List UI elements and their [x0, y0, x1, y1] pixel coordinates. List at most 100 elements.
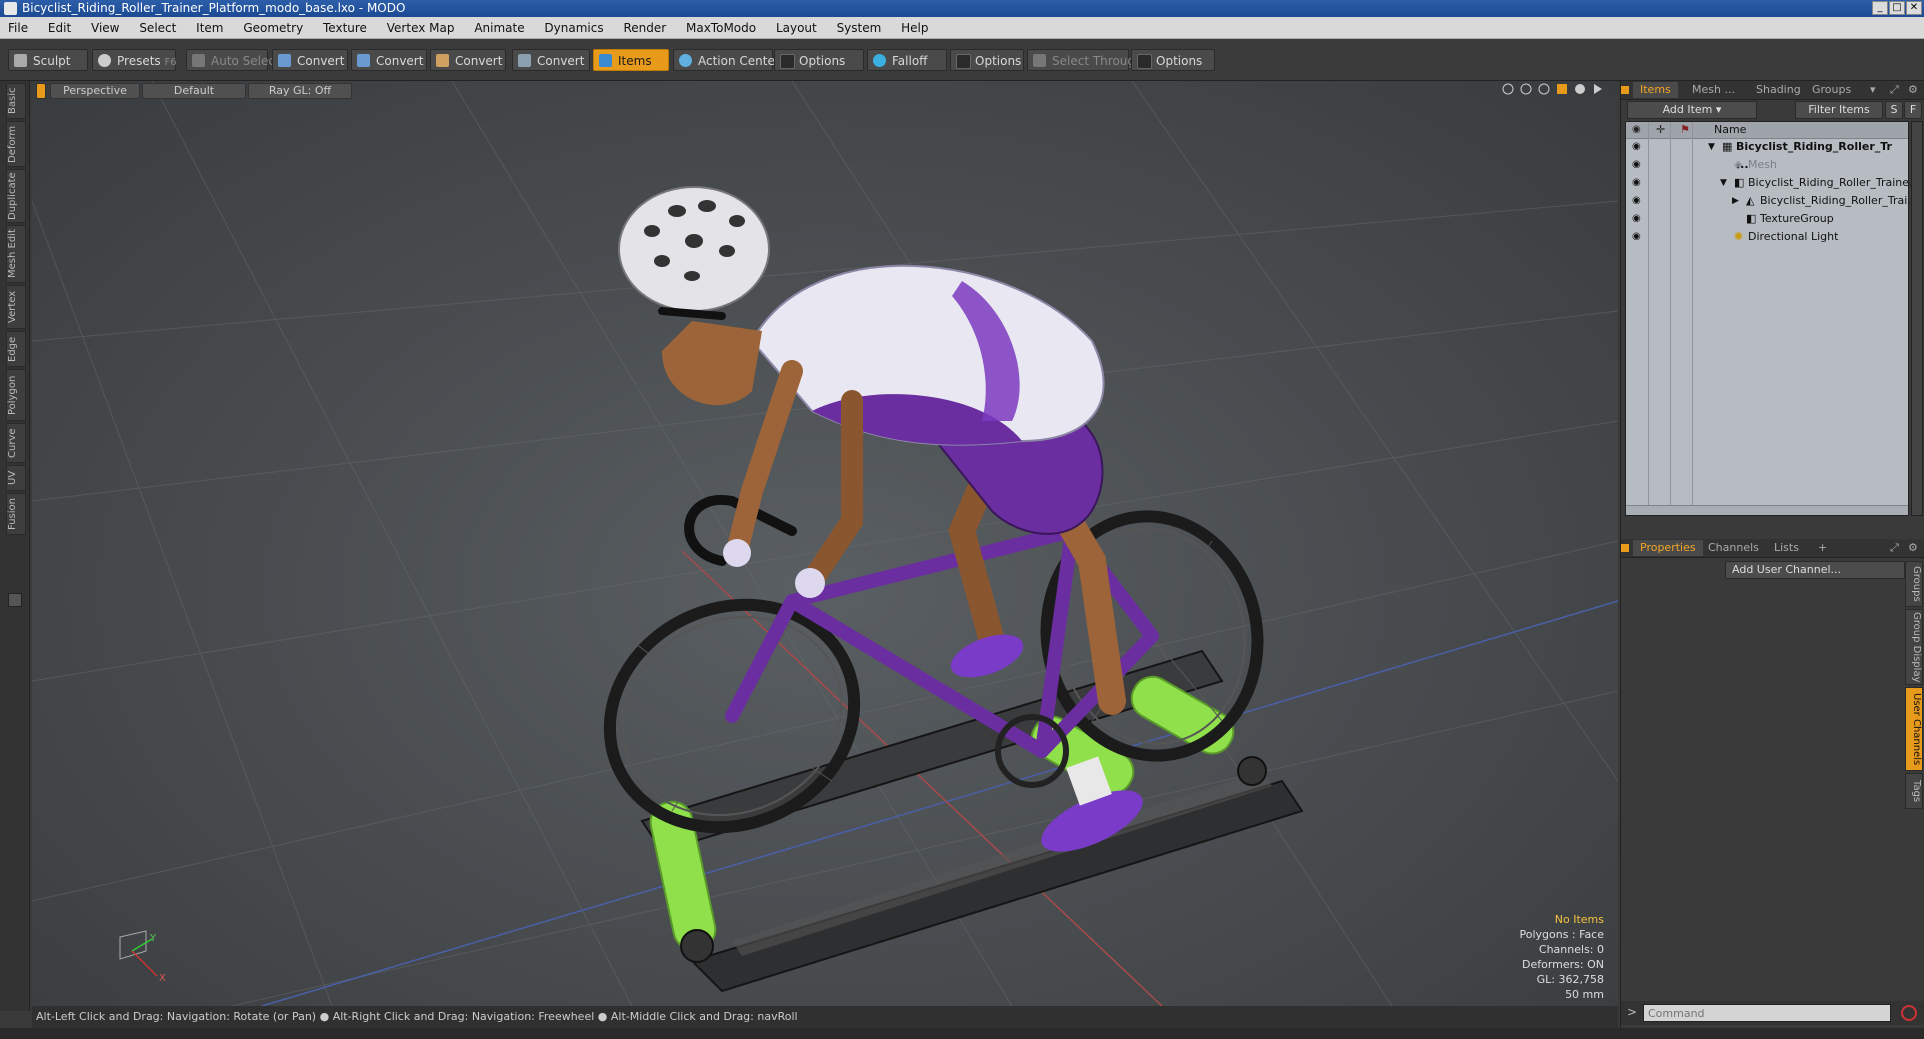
tree-row-group[interactable]: ◉ ▼ ◧ Bicyclist_Riding_Roller_Traine...	[1626, 174, 1920, 192]
name-column-header[interactable]: Name	[1714, 123, 1746, 136]
render-icon[interactable]: ⚑	[1680, 123, 1690, 136]
eye-icon[interactable]: ◉	[1632, 124, 1641, 135]
menu-maxtomodo[interactable]: MaxToModo	[678, 17, 764, 39]
tab-channels[interactable]: Channels	[1701, 540, 1766, 556]
viewport-menu-button[interactable]	[36, 83, 46, 99]
sculpt-button[interactable]: Sculpt	[8, 49, 88, 71]
s-toggle-button[interactable]: S	[1885, 101, 1903, 119]
tab-fusion[interactable]: Fusion	[6, 493, 26, 535]
expand-triangle-icon[interactable]: ▶	[1732, 192, 1739, 210]
gear-icon[interactable]: ⚙	[1901, 540, 1924, 556]
eye-icon[interactable]: ◉	[1632, 210, 1641, 228]
convert-materials-button[interactable]: Convert	[512, 49, 590, 71]
add-item-button[interactable]: Add Item ▾	[1627, 101, 1757, 119]
auto-select-button[interactable]: Auto Select	[186, 49, 280, 71]
view-type-selector[interactable]: Perspective	[50, 83, 140, 99]
eye-icon[interactable]: ◉	[1632, 156, 1641, 174]
convert-label-1: Convert	[297, 54, 345, 68]
gear-icon[interactable]: ⚙	[1901, 82, 1924, 98]
convert-vertices-button[interactable]: Convert	[272, 49, 348, 71]
tab-groups[interactable]: Groups	[1805, 82, 1858, 98]
menu-edit[interactable]: Edit	[40, 17, 79, 39]
tab-edge[interactable]: Edge	[6, 331, 26, 367]
tree-row-mesh[interactable]: ◉ ◈ Mesh	[1626, 156, 1908, 174]
window-bottom-edge	[0, 1028, 1924, 1039]
select-through-button[interactable]: Select Through	[1027, 49, 1143, 71]
menu-file[interactable]: File	[0, 17, 36, 39]
convert-polygons-button[interactable]: Convert	[430, 49, 506, 71]
menu-dynamics[interactable]: Dynamics	[536, 17, 611, 39]
expand-triangle-icon[interactable]: ▼	[1708, 138, 1715, 156]
tab-duplicate[interactable]: Duplicate	[6, 169, 26, 223]
menu-render[interactable]: Render	[615, 17, 674, 39]
tree-row-texture-group[interactable]: ◉ ◧ TextureGroup	[1626, 210, 1908, 228]
options-button-1[interactable]: Options	[774, 49, 864, 71]
minimize-button[interactable]: _	[1872, 1, 1888, 15]
menu-vertex-map[interactable]: Vertex Map	[379, 17, 463, 39]
lock-icon[interactable]: ✛	[1656, 123, 1665, 136]
expand-triangle-icon[interactable]: ▼	[1720, 174, 1727, 192]
menu-texture[interactable]: Texture	[315, 17, 375, 39]
menu-item[interactable]: Item	[188, 17, 231, 39]
item-list-scrollbar[interactable]	[1626, 505, 1908, 515]
item-list[interactable]: ◉ ✛ ⚑ Name ◉ ▼ ▦ Bicyclist_Riding_Roller…	[1625, 121, 1920, 516]
tab-properties[interactable]: Properties	[1633, 540, 1703, 556]
group-icon: ◧	[1734, 176, 1745, 189]
menu-animate[interactable]: Animate	[466, 17, 532, 39]
eye-icon[interactable]: ◉	[1632, 174, 1641, 192]
panel-menu-dot[interactable]	[1621, 86, 1629, 94]
tab-vertex[interactable]: Vertex	[6, 285, 26, 329]
tab-deform[interactable]: Deform	[6, 121, 26, 167]
command-input[interactable]	[1643, 1004, 1891, 1022]
tab-polygon[interactable]: Polygon	[6, 369, 26, 421]
tab-expand-button[interactable]	[8, 593, 22, 607]
presets-button[interactable]: Presets F6	[92, 49, 177, 71]
tab-lists[interactable]: Lists	[1767, 540, 1806, 556]
viewport-nav-icons	[1502, 83, 1602, 95]
tab-basic[interactable]: Basic	[6, 83, 26, 119]
menu-help[interactable]: Help	[893, 17, 936, 39]
raygl-toggle[interactable]: Ray GL: Off	[248, 83, 352, 99]
tab-items[interactable]: Items	[1633, 82, 1678, 98]
tree-row-scene[interactable]: ◉ ▼ ▦ Bicyclist_Riding_Roller_Tr ...	[1626, 138, 1908, 171]
side-tab-groups[interactable]: Groups	[1905, 561, 1923, 607]
record-icon[interactable]	[1901, 1005, 1917, 1021]
eye-icon[interactable]: ◉	[1632, 228, 1641, 246]
maximize-button[interactable]: □	[1889, 1, 1905, 15]
menu-layout[interactable]: Layout	[768, 17, 825, 39]
options-button-3[interactable]: Options	[1131, 49, 1215, 71]
tab-mesh-edit[interactable]: Mesh Edit	[6, 225, 26, 283]
close-button[interactable]: ✕	[1906, 1, 1922, 15]
convert-edges-button[interactable]: Convert	[351, 49, 427, 71]
add-user-channel-button[interactable]: Add User Channel...	[1725, 561, 1905, 579]
action-center-button[interactable]: Action Center	[673, 49, 780, 71]
eye-icon[interactable]: ◉	[1632, 138, 1641, 156]
f-toggle-button[interactable]: F	[1904, 101, 1922, 119]
tree-row-light[interactable]: ◉ ✺ Directional Light	[1626, 228, 1908, 246]
add-tab-button[interactable]: +	[1811, 540, 1834, 556]
title-bar: Bicyclist_Riding_Roller_Trainer_Platform…	[0, 0, 1924, 17]
menu-select[interactable]: Select	[131, 17, 184, 39]
right-panel: Items Mesh ... Shading Groups ▾ ⤢ ⚙ Add …	[1620, 81, 1924, 1028]
panel-menu-dot[interactable]	[1621, 544, 1629, 552]
falloff-button[interactable]: Falloff	[867, 49, 947, 71]
side-tab-user-channels[interactable]: User Channels	[1905, 687, 1923, 771]
tab-shading[interactable]: Shading	[1749, 82, 1808, 98]
options-button-2[interactable]: Options	[950, 49, 1024, 71]
menu-view[interactable]: View	[83, 17, 127, 39]
tab-curve[interactable]: Curve	[6, 423, 26, 463]
3d-viewport[interactable]: Y X Perspective Default Ray GL: Off No I…	[32, 81, 1618, 1006]
tree-row-mesh-item[interactable]: ◉ ▶ ◭ Bicyclist_Riding_Roller_Trai...	[1626, 192, 1918, 210]
eye-icon[interactable]: ◉	[1632, 192, 1641, 210]
menu-geometry[interactable]: Geometry	[235, 17, 311, 39]
menu-system[interactable]: System	[829, 17, 890, 39]
items-mode-button[interactable]: Items	[593, 49, 669, 71]
tab-mesh[interactable]: Mesh ...	[1685, 82, 1742, 98]
shading-selector[interactable]: Default	[142, 83, 246, 99]
side-tab-group-display[interactable]: Group Display	[1905, 609, 1923, 685]
chevron-down-icon[interactable]: ▾	[1863, 82, 1883, 98]
side-tab-tags[interactable]: Tags	[1905, 773, 1923, 809]
item-list-vscroll[interactable]	[1911, 121, 1923, 516]
filter-items-button[interactable]: Filter Items	[1795, 101, 1883, 119]
tab-uv[interactable]: UV	[6, 465, 26, 491]
